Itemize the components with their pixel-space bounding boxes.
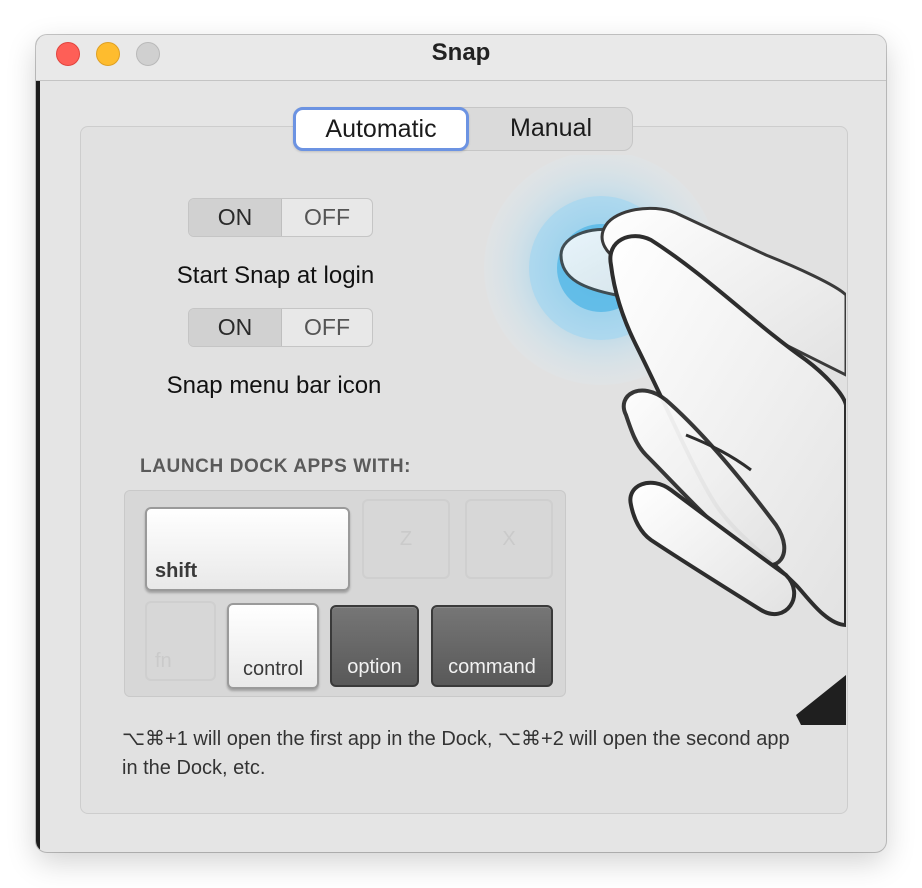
control-key[interactable]: control	[227, 603, 319, 689]
menubar-icon-toggle-label: Snap menu bar icon	[166, 372, 382, 399]
menubar-icon-toggle-on[interactable]: ON	[189, 309, 282, 346]
fn-key-label: fn	[155, 650, 172, 672]
login-toggle-label: Start Snap at login	[176, 262, 375, 289]
login-toggle-on[interactable]: ON	[189, 199, 282, 236]
option-key[interactable]: option	[330, 605, 419, 687]
launch-heading: LAUNCH DOCK APPS WITH:	[140, 456, 412, 477]
option-key-label: option	[347, 656, 402, 678]
window-title: Snap	[431, 39, 491, 66]
sleeve	[796, 675, 846, 725]
login-toggle-off[interactable]: OFF	[282, 199, 372, 236]
tab-automatic[interactable]: Automatic	[293, 107, 469, 151]
fn-key: fn	[145, 601, 216, 681]
shortcut-footnote: ⌥⌘+1 will open the first app in the Dock…	[122, 728, 790, 779]
shift-key[interactable]: shift	[145, 507, 350, 591]
app-window: Snap Automatic Manual ON OFF Start Snap …	[36, 35, 886, 852]
command-key-label: command	[448, 656, 536, 678]
menubar-icon-toggle[interactable]: ON OFF	[188, 308, 373, 347]
control-key-label: control	[242, 658, 304, 680]
menubar-icon-toggle-off[interactable]: OFF	[282, 309, 372, 346]
shift-key-label: shift	[155, 560, 198, 582]
command-key[interactable]: command	[431, 605, 553, 687]
x-key-label: X	[502, 527, 516, 550]
z-key: Z	[362, 499, 450, 579]
title-bar[interactable]: Snap	[36, 35, 886, 81]
z-key-label: Z	[399, 527, 413, 550]
mode-tabs: Automatic Manual	[293, 107, 633, 151]
window-edge	[36, 35, 40, 852]
login-toggle[interactable]: ON OFF	[188, 198, 373, 237]
modifier-keyboard: shift Z X fn control option command	[124, 490, 566, 697]
tab-manual[interactable]: Manual	[469, 107, 633, 151]
x-key: X	[465, 499, 553, 579]
